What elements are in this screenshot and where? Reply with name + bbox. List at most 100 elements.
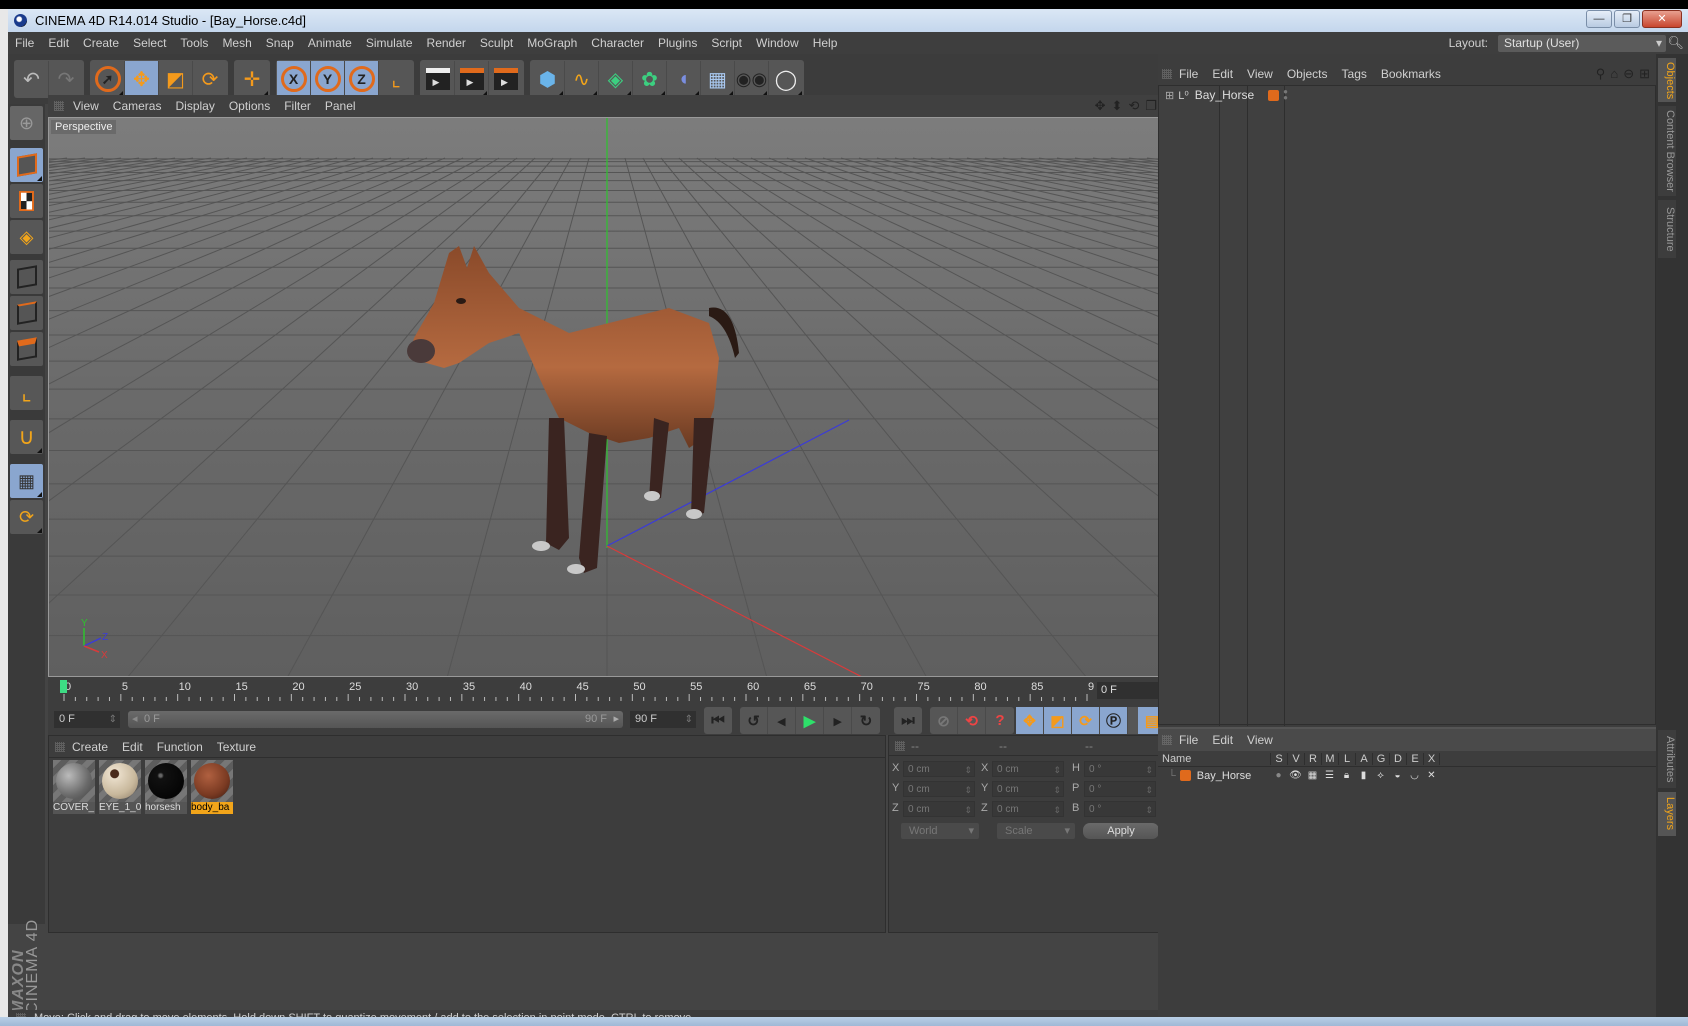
render-picture-viewer-button[interactable] — [455, 61, 489, 97]
menu-create[interactable]: Create — [76, 32, 126, 54]
panel-grip-icon[interactable] — [55, 741, 65, 752]
perspective-viewport[interactable]: Y Z X Perspective — [48, 117, 1161, 677]
planar-workplane-button[interactable]: ⟳ — [10, 500, 43, 534]
autokeying-button[interactable]: ? — [986, 707, 1014, 734]
record-active-objects-button[interactable]: ⟲ — [958, 707, 986, 734]
tab-attributes[interactable]: Attributes — [1658, 730, 1676, 788]
apply-button[interactable]: Apply — [1083, 823, 1159, 839]
dolly-icon[interactable]: ⬍ — [1112, 98, 1123, 114]
points-mode-button[interactable] — [10, 260, 43, 294]
edges-mode-button[interactable] — [10, 296, 43, 330]
pan-icon[interactable]: ✥ — [1095, 98, 1106, 114]
position-y-field[interactable]: 0 cm — [903, 781, 975, 798]
object-menu-bookmarks[interactable]: Bookmarks — [1374, 67, 1448, 81]
step-back-button[interactable]: ◂ — [768, 707, 796, 734]
undo-button[interactable]: ↶ — [15, 61, 49, 97]
generators-toggle-icon[interactable]: ⟡ — [1372, 770, 1389, 781]
start-frame-field[interactable]: 0 F — [54, 711, 120, 728]
layer-menu-view[interactable]: View — [1240, 733, 1280, 747]
layer-row[interactable]: └ Bay_Horse ● 👁︎ ▦ ☰ 🔒︎ ▮ ⟡ ◒ ◡ ✕ — [1158, 768, 1656, 783]
position-z-field[interactable]: 0 cm — [903, 801, 975, 818]
maximize-view-icon[interactable]: ❐ — [1145, 98, 1157, 114]
deformers-toggle-icon[interactable]: ◒ — [1389, 770, 1406, 781]
x-axis-button[interactable]: X — [277, 61, 311, 97]
panel-grip-icon[interactable] — [1162, 69, 1172, 79]
scale-button[interactable]: ◩ — [159, 61, 193, 97]
object-menu-file[interactable]: File — [1172, 67, 1205, 81]
menu-file[interactable]: File — [8, 32, 41, 54]
column-xref[interactable]: X — [1423, 753, 1440, 765]
xref-toggle-icon[interactable]: ✕ — [1423, 770, 1440, 781]
column-view[interactable]: V — [1287, 753, 1304, 765]
step-forward-button[interactable]: ▸ — [824, 707, 852, 734]
layer-name[interactable]: Bay_Horse — [1197, 770, 1251, 782]
floor-button[interactable]: ▦ — [701, 61, 735, 97]
position-x-field[interactable]: 0 cm — [903, 761, 975, 778]
panel-grip-icon[interactable] — [54, 101, 64, 111]
scale-track-button[interactable]: ◩ — [1044, 707, 1072, 734]
command-search-icon[interactable]: 🔍︎ — [1667, 35, 1684, 51]
rotation-track-button[interactable]: ⟳ — [1072, 707, 1100, 734]
rotation-b-field[interactable]: 0 ° — [1084, 801, 1156, 818]
menu-tools[interactable]: Tools — [173, 32, 215, 54]
menu-snap[interactable]: Snap — [259, 32, 301, 54]
range-left-arrow-icon[interactable]: ◂ — [132, 711, 138, 728]
size-z-field[interactable]: 0 cm — [992, 801, 1064, 818]
workplane-mode-button[interactable]: ◈ — [10, 220, 43, 254]
rotation-p-field[interactable]: 0 ° — [1084, 781, 1156, 798]
panel-grip-icon[interactable] — [1162, 735, 1172, 745]
material-menu-function[interactable]: Function — [150, 740, 210, 754]
tab-layers[interactable]: Layers — [1658, 792, 1676, 836]
frame-range-slider[interactable]: ◂ 0 F 90 F ▸ — [128, 711, 623, 728]
render-toggle-icon[interactable]: ▦ — [1304, 770, 1321, 781]
solo-toggle-icon[interactable]: ● — [1270, 770, 1287, 781]
orbit-icon[interactable]: ⟲ — [1128, 98, 1139, 114]
play-forwards-button[interactable]: ▶ — [796, 707, 824, 734]
menu-animate[interactable]: Animate — [301, 32, 359, 54]
column-name[interactable]: Name — [1158, 753, 1270, 765]
material-menu-create[interactable]: Create — [65, 740, 115, 754]
manager-toggle-icon[interactable]: ☰ — [1321, 770, 1338, 781]
end-frame-field[interactable]: 90 F — [630, 711, 696, 728]
column-generators[interactable]: G — [1372, 753, 1389, 765]
parameter-track-button[interactable]: Ⓟ — [1100, 707, 1128, 734]
close-button[interactable]: ✕ — [1642, 10, 1682, 28]
axis-mode-button[interactable]: ⌞ — [10, 376, 43, 410]
column-animation[interactable]: A — [1355, 753, 1372, 765]
layer-color-icon[interactable] — [1268, 89, 1280, 101]
menu-character[interactable]: Character — [584, 32, 651, 54]
search-icon[interactable]: ⚲ — [1596, 63, 1606, 85]
layer-color-icon[interactable] — [1179, 770, 1191, 781]
light-button[interactable]: ◯ — [769, 61, 803, 97]
polygons-mode-button[interactable] — [10, 332, 43, 366]
view-toggle-icon[interactable]: 👁︎ — [1287, 770, 1304, 781]
go-to-previous-key-button[interactable]: ↺ — [740, 707, 768, 734]
size-y-field[interactable]: 0 cm — [992, 781, 1064, 798]
y-axis-button[interactable]: Y — [311, 61, 345, 97]
animation-toggle-icon[interactable]: ▮ — [1355, 770, 1372, 781]
menu-render[interactable]: Render — [420, 32, 473, 54]
restore-button[interactable]: ❐ — [1614, 10, 1640, 28]
model-mode-button[interactable] — [10, 148, 43, 182]
column-expressions[interactable]: E — [1406, 753, 1423, 765]
range-right-arrow-icon[interactable]: ▸ — [613, 711, 619, 728]
coordinate-mode-dropdown[interactable]: World — [901, 823, 979, 839]
material-item[interactable]: EYE_1_00 — [99, 760, 141, 814]
last-tool-button[interactable]: ✛ — [235, 61, 269, 97]
visibility-dots-icon[interactable]: ● ● — [1283, 88, 1288, 102]
size-x-field[interactable]: 0 cm — [992, 761, 1064, 778]
menu-sculpt[interactable]: Sculpt — [473, 32, 520, 54]
menu-edit[interactable]: Edit — [41, 32, 76, 54]
column-manager[interactable]: M — [1321, 753, 1338, 765]
viewport-menu-filter[interactable]: Filter — [277, 99, 318, 113]
viewport-menu-cameras[interactable]: Cameras — [106, 99, 169, 113]
object-menu-view[interactable]: View — [1240, 67, 1280, 81]
live-selection-button[interactable]: ➚ — [91, 61, 125, 97]
render-settings-button[interactable] — [489, 61, 523, 97]
go-to-end-button[interactable]: ⏭ — [894, 707, 922, 734]
tab-structure[interactable]: Structure — [1658, 200, 1676, 258]
redo-button[interactable]: ↷ — [49, 61, 83, 97]
viewport-menu-panel[interactable]: Panel — [318, 99, 363, 113]
material-menu-texture[interactable]: Texture — [210, 740, 263, 754]
panel-grip-icon[interactable] — [895, 740, 905, 751]
